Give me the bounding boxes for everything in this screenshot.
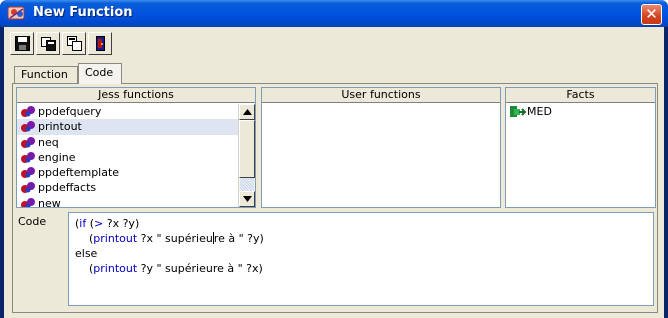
list-item[interactable]: neq bbox=[17, 135, 238, 150]
arrow-down-icon bbox=[243, 196, 252, 202]
tab-code[interactable]: Code bbox=[78, 63, 122, 84]
list-item[interactable]: MED bbox=[506, 104, 655, 119]
save-icon bbox=[15, 36, 30, 51]
facts-list: MED bbox=[506, 104, 655, 207]
list-item[interactable]: new bbox=[17, 196, 238, 207]
arrow-up-icon bbox=[243, 109, 252, 115]
list-item[interactable]: ppdeffacts bbox=[17, 180, 238, 195]
code-text: ?x " supérieu bbox=[137, 232, 213, 245]
close-button[interactable]: ✕ bbox=[641, 4, 662, 25]
exit-icon bbox=[96, 36, 105, 51]
scroll-up-button[interactable] bbox=[239, 104, 255, 120]
list-item[interactable]: ppdeftemplate bbox=[17, 165, 238, 180]
list-item-label: ppdefquery bbox=[38, 105, 102, 118]
code-tab-panel: Jess functions ppdefquery printout neq e… bbox=[12, 83, 658, 313]
exit-button[interactable] bbox=[88, 32, 112, 55]
jess-functions-scrollbar[interactable] bbox=[238, 104, 255, 207]
paste-button[interactable] bbox=[62, 32, 86, 55]
jess-functions-header[interactable]: Jess functions bbox=[17, 88, 255, 103]
scroll-thumb[interactable] bbox=[239, 120, 255, 178]
save-button[interactable] bbox=[10, 32, 34, 55]
code-text: ?x ?y) bbox=[103, 217, 140, 230]
list-item-label: MED bbox=[527, 105, 552, 118]
facts-pane: Facts MED bbox=[505, 87, 656, 208]
list-item[interactable]: engine bbox=[17, 150, 238, 165]
jess-functions-list: ppdefquery printout neq engine ppdeftemp… bbox=[17, 104, 238, 207]
window-title: New Function bbox=[33, 5, 133, 20]
list-item-label: engine bbox=[38, 150, 76, 164]
scroll-down-button[interactable] bbox=[239, 191, 255, 207]
code-text: ( bbox=[75, 232, 94, 245]
jess-functions-pane: Jess functions ppdefquery printout neq e… bbox=[16, 87, 256, 208]
code-text: else bbox=[75, 247, 98, 260]
code-text: re à " ?y) bbox=[213, 232, 264, 245]
code-label: Code bbox=[18, 215, 47, 228]
function-icon bbox=[21, 136, 35, 148]
code-text: ( bbox=[86, 217, 95, 230]
list-item-label: ppdeffacts bbox=[38, 181, 97, 195]
list-item-selected[interactable]: printout bbox=[17, 119, 238, 135]
user-functions-header[interactable]: User functions bbox=[262, 88, 500, 103]
user-functions-list[interactable] bbox=[262, 104, 500, 207]
scroll-track[interactable] bbox=[240, 178, 254, 191]
tab-function[interactable]: Function bbox=[14, 66, 78, 83]
function-icon bbox=[21, 167, 35, 179]
window-client-area: Function Code Jess functions ppdefquery … bbox=[4, 27, 664, 318]
list-item[interactable]: ppdefquery bbox=[17, 104, 238, 119]
code-editor[interactable]: (if (> ?x ?y) (printout ?x " supérieure … bbox=[68, 212, 654, 306]
function-icon bbox=[21, 151, 35, 163]
copy-button[interactable] bbox=[36, 32, 60, 55]
code-line: else bbox=[75, 247, 653, 262]
code-text: ?y " supérieure à " ?x) bbox=[137, 262, 263, 275]
list-item-label: new bbox=[38, 196, 61, 207]
title-bar[interactable]: New Function ✕ bbox=[0, 0, 668, 27]
code-keyword: > bbox=[94, 217, 104, 230]
function-icon bbox=[21, 182, 35, 194]
code-keyword: printout bbox=[93, 262, 138, 275]
function-icon bbox=[21, 121, 35, 133]
function-icon bbox=[21, 106, 35, 117]
user-functions-pane: User functions bbox=[261, 87, 501, 208]
code-line: (printout ?x " supérieure à " ?y) bbox=[75, 232, 653, 247]
list-item-label: printout bbox=[38, 120, 82, 134]
copy-icon bbox=[41, 37, 56, 51]
jess-app-icon bbox=[7, 4, 27, 22]
facts-header[interactable]: Facts bbox=[506, 88, 655, 103]
paste-icon bbox=[67, 36, 82, 51]
list-item-label: ppdeftemplate bbox=[38, 166, 120, 180]
fact-icon bbox=[510, 106, 526, 117]
function-icon bbox=[21, 197, 35, 207]
code-keyword: printout bbox=[93, 232, 138, 245]
new-function-window: New Function ✕ Function Code Jess functi… bbox=[0, 0, 668, 318]
code-line: (printout ?y " supérieure à " ?x) bbox=[75, 262, 653, 277]
code-line: (if (> ?x ?y) bbox=[75, 217, 653, 232]
list-item-label: neq bbox=[38, 135, 59, 149]
code-text: ( bbox=[75, 262, 94, 275]
